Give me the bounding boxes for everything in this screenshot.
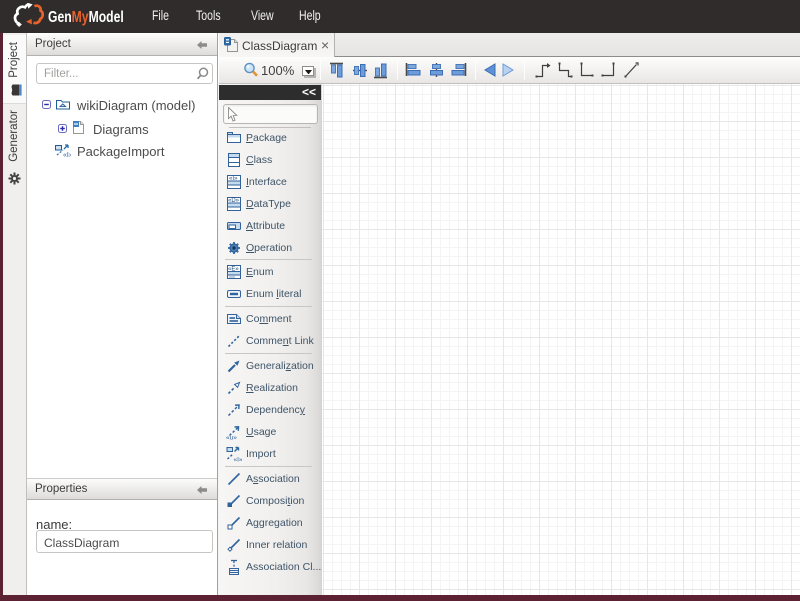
svg-text:«I»: «I» (234, 457, 243, 463)
svg-text:«I»: «I» (63, 152, 71, 157)
svg-text:«u»: «u» (226, 435, 237, 441)
